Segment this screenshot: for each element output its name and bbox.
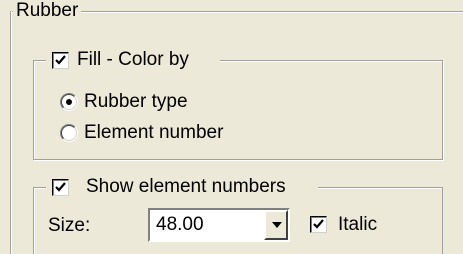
radio-rubber-type[interactable] xyxy=(60,93,78,111)
size-combobox[interactable]: 48.00 xyxy=(148,208,290,242)
radio-element-number[interactable] xyxy=(60,124,78,142)
size-dropdown-button[interactable] xyxy=(264,210,288,240)
rubber-group-title: Rubber xyxy=(13,0,82,22)
italic-checkbox[interactable] xyxy=(310,216,327,233)
show-element-numbers-checkbox[interactable] xyxy=(52,179,69,196)
check-icon xyxy=(55,55,66,65)
radio-selected-dot xyxy=(66,99,72,105)
italic-label: Italic xyxy=(338,214,378,235)
check-icon xyxy=(313,219,324,229)
rubber-group-border-left xyxy=(10,11,12,254)
radio-element-number-label: Element number xyxy=(84,122,224,143)
size-label: Size: xyxy=(48,215,91,236)
chevron-down-icon xyxy=(272,222,282,228)
size-value: 48.00 xyxy=(156,214,204,235)
fill-checkbox[interactable] xyxy=(52,52,69,69)
show-element-numbers-label: Show element numbers xyxy=(86,176,286,197)
radio-rubber-type-label: Rubber type xyxy=(84,91,188,112)
check-icon xyxy=(55,182,66,192)
fill-checkbox-label: Fill - Color by xyxy=(77,49,189,70)
